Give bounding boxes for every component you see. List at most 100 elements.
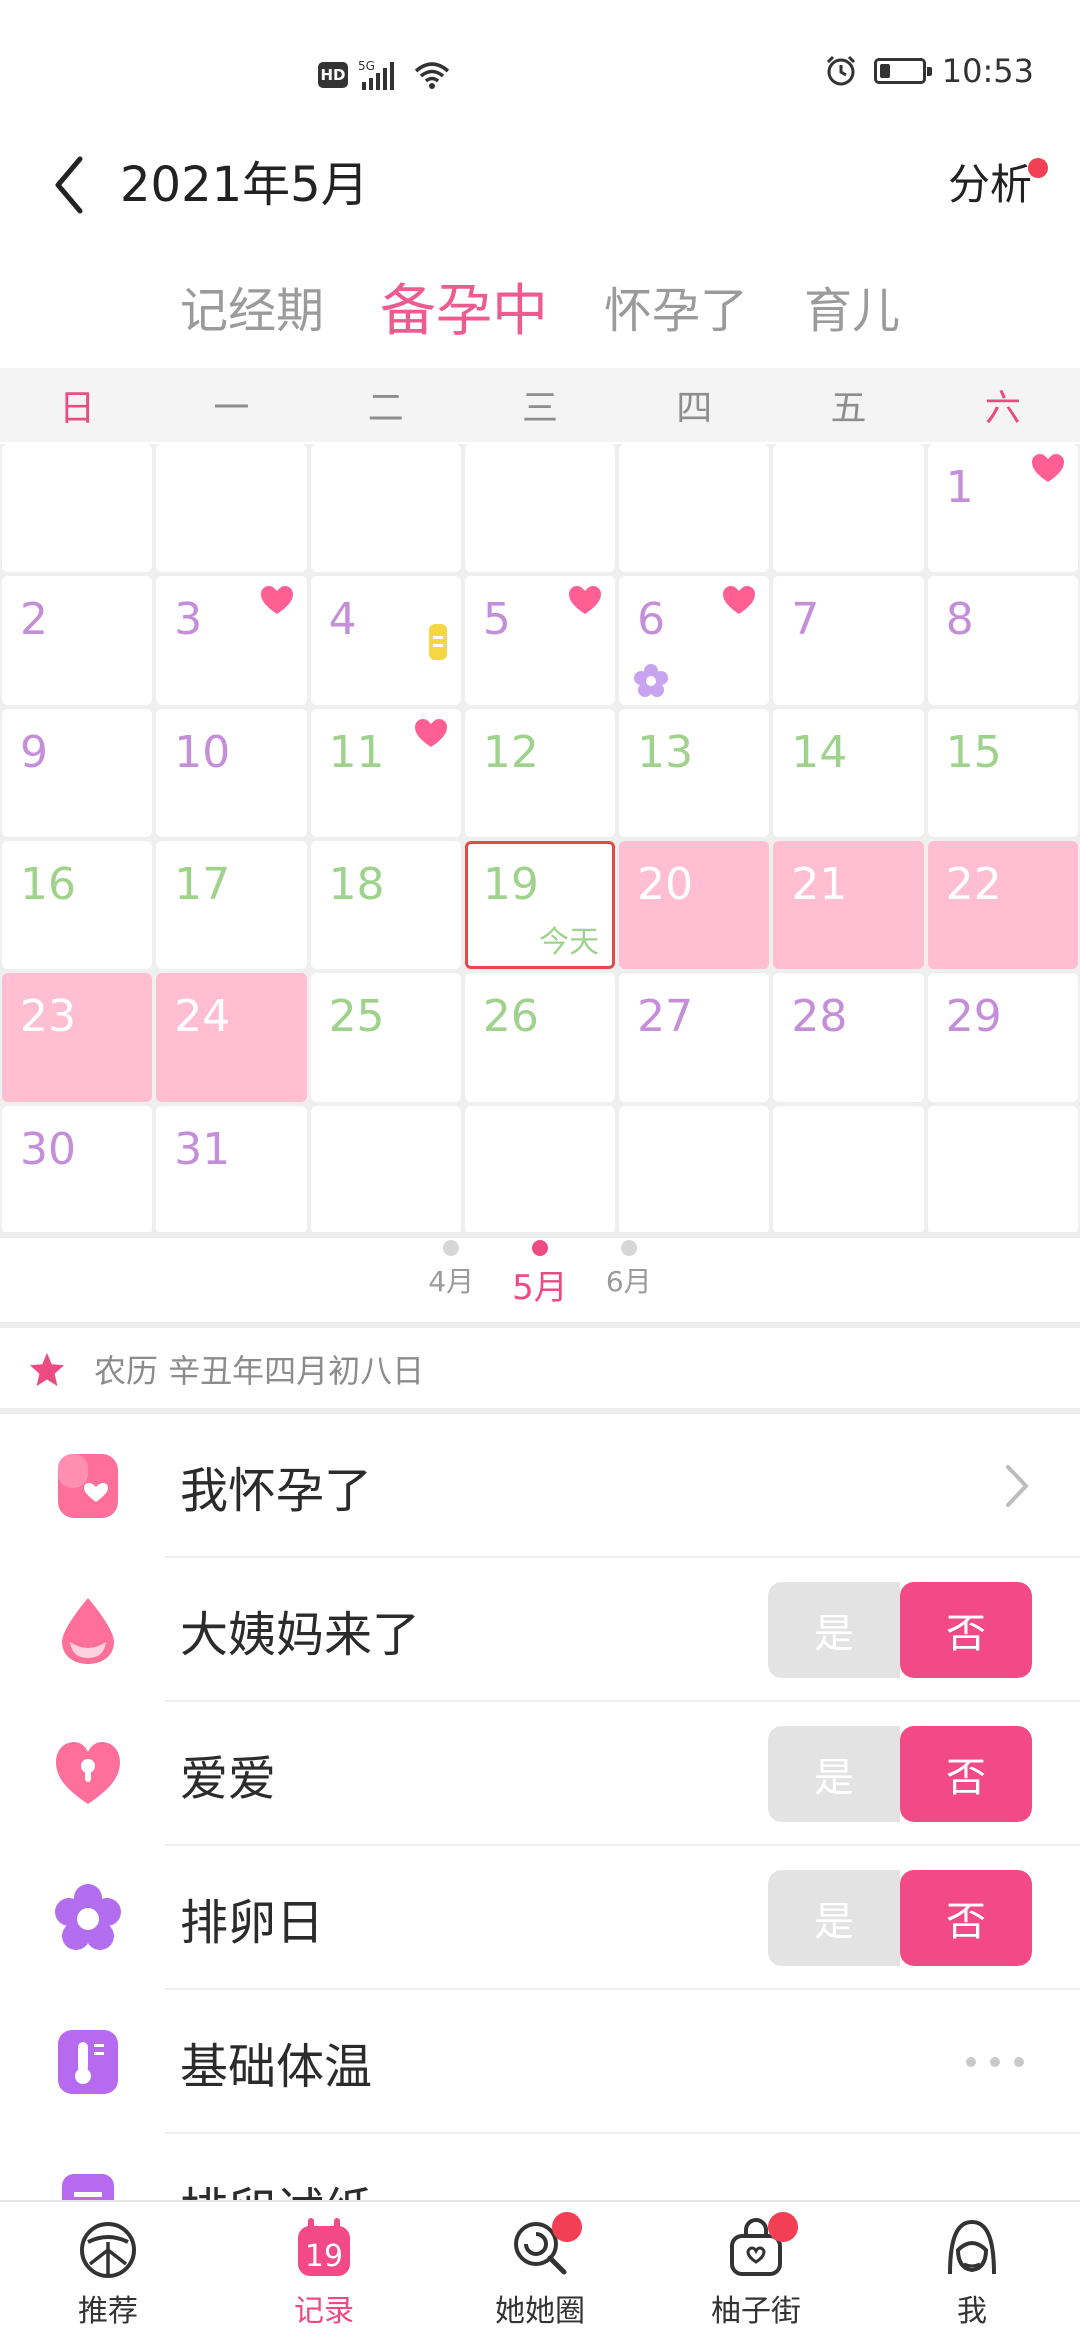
drop-icon (62, 1598, 114, 1664)
star-icon (29, 1352, 65, 1387)
day-number: 14 (791, 726, 848, 778)
battery-icon (873, 58, 932, 84)
test-strip-tag-icon (428, 624, 447, 661)
calendar-day[interactable]: 6 (619, 576, 770, 705)
nav-item[interactable]: 推荐 (0, 2202, 216, 2340)
month-indicator-item[interactable]: 5月 (512, 1240, 568, 1320)
thermometer-icon (58, 2030, 118, 2094)
weekday-label: 三 (521, 388, 558, 429)
list-item[interactable]: 排卵日 是否 (0, 1846, 1080, 1990)
list-item-label: 排卵日 (180, 1895, 325, 1951)
nav-item[interactable]: 19 记录 (216, 2202, 432, 2340)
mode-tab[interactable]: 育儿 (804, 271, 900, 341)
toggle-yes-option[interactable]: 是 (768, 1726, 900, 1822)
notification-dot (552, 2212, 582, 2242)
record-list: 我怀孕了大姨妈来了是否爱爱是否排卵日是否基础体温排卵试纸 (0, 1414, 1080, 2278)
calendar-day[interactable]: 11 (310, 708, 461, 837)
calendar-day[interactable]: 26 (464, 973, 616, 1102)
status-right: 10:53 (824, 52, 1034, 90)
calendar-day[interactable]: 9 (2, 708, 153, 837)
day-number: 23 (20, 991, 76, 1043)
day-number: 17 (174, 858, 231, 910)
more-options-icon[interactable] (966, 2057, 1024, 2067)
calendar-day[interactable]: 28 (773, 973, 924, 1102)
calendar-day[interactable]: 22 (927, 840, 1078, 970)
day-number: 26 (482, 991, 539, 1043)
weekday-label: 五 (830, 388, 867, 429)
nav-item[interactable]: 柚子街 (648, 2202, 864, 2340)
mode-tab[interactable]: 记经期 (180, 271, 324, 341)
toggle-no-option[interactable]: 否 (900, 1582, 1032, 1678)
day-number: 4 (328, 594, 357, 646)
nav-icon-wrap: 19 (292, 2216, 356, 2280)
nav-icon-wrap (940, 2216, 1004, 2280)
month-indicator-item[interactable]: 6月 (606, 1240, 652, 1320)
status-bar: HD 5G 10:53 (0, 0, 1080, 120)
yes-no-toggle[interactable]: 是否 (768, 1870, 1032, 1966)
nav-item[interactable]: 我 (864, 2202, 1080, 2340)
mode-tab[interactable]: 备孕中 (380, 266, 548, 347)
day-number: 12 (482, 726, 539, 778)
back-button[interactable] (42, 150, 94, 220)
list-item-icon (52, 1450, 124, 1522)
list-item[interactable]: 大姨妈来了 是否 (0, 1558, 1080, 1702)
day-number: 18 (328, 858, 385, 910)
toggle-yes-option[interactable]: 是 (768, 1870, 900, 1966)
day-number: 24 (174, 991, 231, 1043)
toggle-yes-option[interactable]: 是 (768, 1582, 900, 1678)
more-dot (990, 2057, 1000, 2067)
list-item-label: 基础体温 (180, 2039, 373, 2095)
calendar-day[interactable]: 17 (156, 840, 307, 970)
month-indicator-item[interactable]: 4月 (428, 1240, 474, 1320)
nav-label: 记录 (294, 2294, 354, 2329)
calendar-day[interactable]: 12 (464, 708, 616, 837)
calendar-day[interactable]: 13 (619, 708, 770, 837)
mode-tab[interactable]: 怀孕了 (604, 271, 748, 341)
page-title[interactable]: 2021年5月 (120, 150, 369, 220)
calendar-day[interactable]: 18 (310, 840, 461, 970)
list-item[interactable]: 爱爱 是否 (0, 1702, 1080, 1846)
calendar-day[interactable]: 19 今天 (464, 840, 616, 970)
ovulation-flower-icon (634, 663, 669, 697)
calendar-day[interactable]: 21 (773, 840, 924, 970)
notification-dot (1028, 158, 1048, 178)
nav-icon-wrap (724, 2212, 798, 2280)
list-item[interactable]: 我怀孕了 (0, 1414, 1080, 1558)
calendar-day[interactable]: 1 (927, 444, 1078, 573)
calendar-day[interactable]: 31 (156, 1105, 307, 1234)
calendar-day[interactable]: 14 (773, 708, 924, 837)
analysis-button[interactable]: 分析 (948, 150, 1048, 220)
calendar-day[interactable]: 20 (619, 840, 770, 970)
calendar-empty (619, 1105, 770, 1234)
nav-icon-wrap (76, 2216, 140, 2280)
calendar-day[interactable]: 10 (156, 708, 307, 837)
yes-no-toggle[interactable]: 是否 (768, 1726, 1032, 1822)
calendar-day[interactable]: 4 (310, 576, 461, 705)
weekday-label: 四 (676, 388, 713, 429)
calendar-day[interactable]: 25 (310, 973, 461, 1102)
calendar-day[interactable]: 3 (156, 576, 307, 705)
calendar-day[interactable]: 7 (773, 576, 924, 705)
status-left: HD 5G (318, 58, 452, 92)
nav-item[interactable]: 她她圈 (432, 2202, 648, 2340)
calendar-day[interactable]: 5 (464, 576, 616, 705)
calendar-day[interactable]: 30 (2, 1105, 153, 1234)
calendar-day[interactable]: 8 (927, 576, 1078, 705)
calendar-day[interactable]: 24 (156, 973, 307, 1102)
calendar-day[interactable]: 16 (2, 840, 153, 970)
alarm-icon (826, 55, 855, 86)
list-item[interactable]: 基础体温 (0, 1990, 1080, 2134)
calendar-grid: 1 2 3 4 5 6 7 8 9 10 11 12 13 14 15 16 17 18 19 今天 20 21 22 23 2… (0, 444, 1080, 1234)
calendar-day[interactable]: 2 (2, 576, 153, 705)
calendar-day[interactable]: 23 (2, 973, 153, 1102)
calendar-empty (773, 1105, 924, 1234)
lunar-date-row: 农历 辛丑年四月初八日 (0, 1330, 1080, 1408)
calendar-day[interactable]: 27 (619, 973, 770, 1102)
yes-no-toggle[interactable]: 是否 (768, 1582, 1032, 1678)
toggle-no-option[interactable]: 否 (900, 1726, 1032, 1822)
calendar-day[interactable]: 15 (927, 708, 1078, 837)
day-number: 6 (637, 594, 666, 646)
weekday-label: 日 (59, 388, 96, 429)
toggle-no-option[interactable]: 否 (900, 1870, 1032, 1966)
calendar-day[interactable]: 29 (927, 973, 1078, 1102)
